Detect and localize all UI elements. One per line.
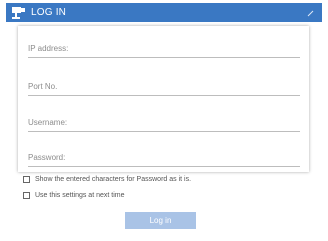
window-title: LOG IN [31, 7, 67, 18]
show-password-label: Show the entered characters for Password… [35, 176, 192, 183]
login-button[interactable]: Log in [125, 212, 196, 229]
password-underline [28, 166, 300, 167]
ip-address-underline [28, 57, 300, 58]
port-field[interactable]: Port No. [28, 82, 300, 96]
show-password-checkbox[interactable] [23, 176, 30, 183]
ip-address-label: IP address: [28, 44, 69, 53]
title-bar: LOG IN [6, 3, 322, 22]
show-password-option[interactable]: Show the entered characters for Password… [23, 176, 191, 183]
use-settings-checkbox[interactable] [23, 192, 30, 199]
login-form-panel: IP address: Port No. Username: Password: [18, 26, 309, 172]
close-x-icon[interactable] [304, 6, 316, 18]
camera-device-icon [11, 6, 27, 20]
use-settings-label: Use this settings at next time [35, 192, 125, 199]
username-underline [28, 131, 300, 132]
password-label: Password: [28, 153, 66, 162]
username-label: Username: [28, 118, 68, 127]
ip-address-field[interactable]: IP address: [28, 44, 300, 58]
username-field[interactable]: Username: [28, 118, 300, 132]
port-label: Port No. [28, 82, 58, 91]
use-settings-option[interactable]: Use this settings at next time [23, 192, 124, 199]
password-field[interactable]: Password: [28, 153, 300, 167]
port-underline [28, 95, 300, 96]
